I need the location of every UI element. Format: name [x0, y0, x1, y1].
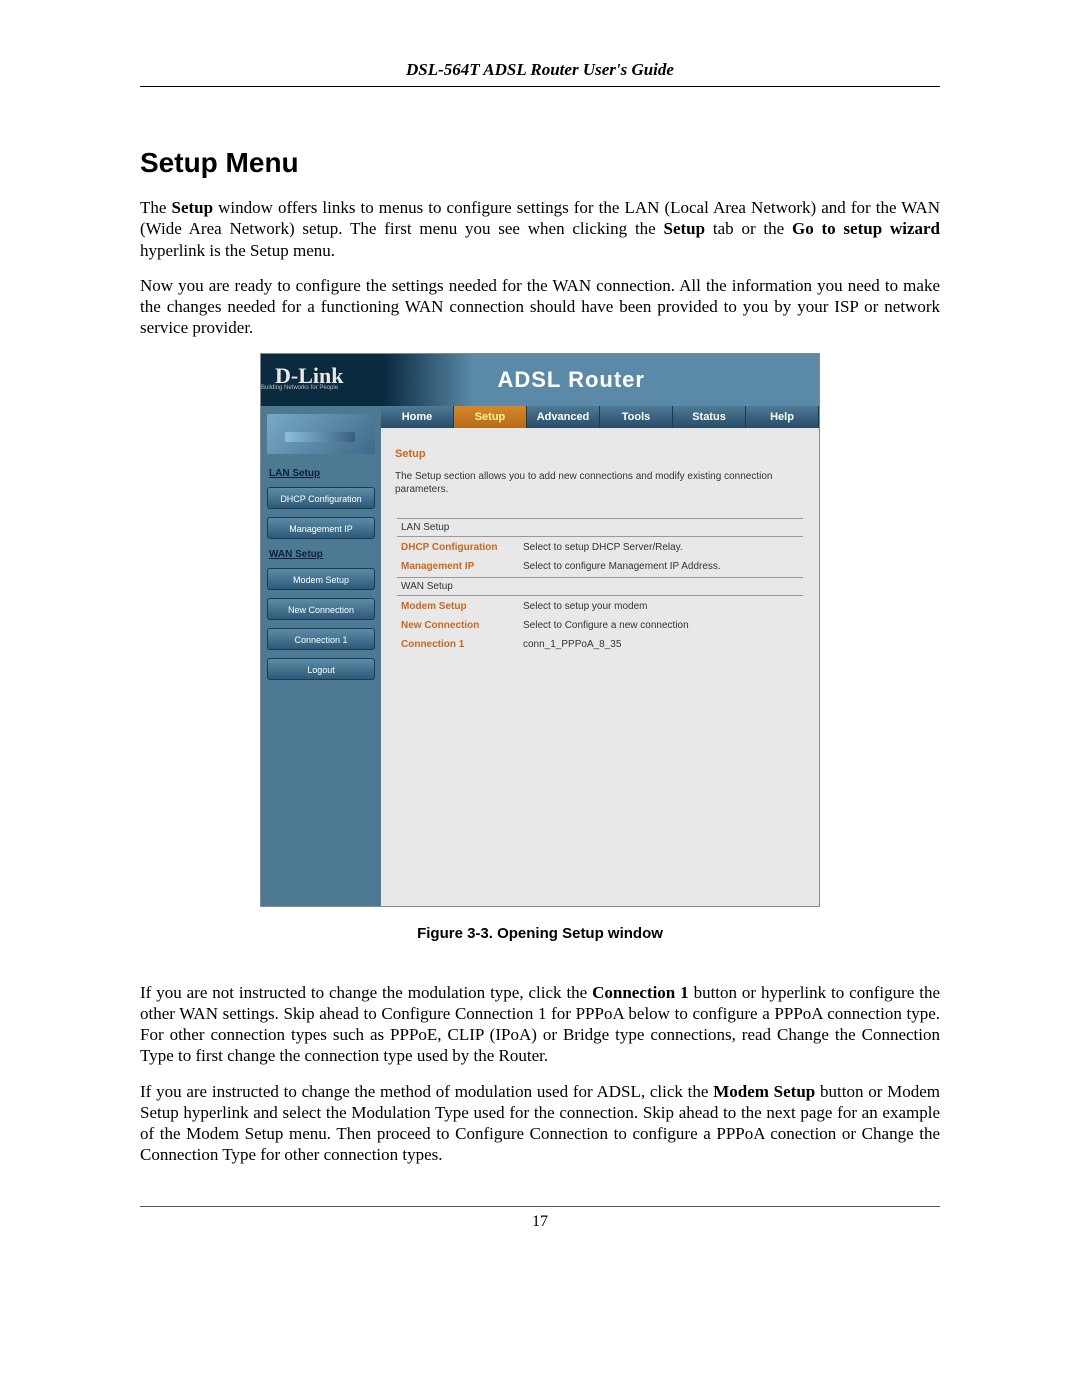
paragraph-3: If you are not instructed to change the … — [140, 982, 940, 1067]
text: If you are not instructed to change the … — [140, 983, 592, 1002]
router-main: Home Setup Advanced Tools Status Help Se… — [381, 406, 819, 906]
text: hyperlink is the Setup menu. — [140, 241, 335, 260]
table-row: DHCP Configuration Select to setup DHCP … — [397, 539, 803, 556]
link-newconn[interactable]: New Connection — [401, 620, 479, 631]
sidebar-btn-logout[interactable]: Logout — [267, 658, 375, 680]
sidebar-btn-conn1[interactable]: Connection 1 — [267, 628, 375, 650]
desc-conn1: conn_1_PPPoA_8_35 — [519, 636, 803, 653]
tab-home[interactable]: Home — [381, 406, 454, 428]
tab-tools[interactable]: Tools — [600, 406, 673, 428]
table-row: Modem Setup Select to setup your modem — [397, 598, 803, 615]
dlink-logo: D-Link Building Networks for People — [261, 368, 343, 391]
text-bold: Connection 1 — [592, 983, 689, 1002]
router-content: Setup The Setup section allows you to ad… — [381, 428, 819, 675]
paragraph-2: Now you are ready to configure the setti… — [140, 275, 940, 339]
table-row: Management IP Select to configure Manage… — [397, 558, 803, 575]
logo-tagline: Building Networks for People — [261, 385, 343, 391]
router-title: ADSL Router — [343, 367, 819, 393]
tab-setup[interactable]: Setup — [454, 406, 527, 428]
tab-advanced[interactable]: Advanced — [527, 406, 600, 428]
link-conn1[interactable]: Connection 1 — [401, 639, 464, 650]
content-table: LAN Setup DHCP Configuration Select to s… — [395, 516, 805, 655]
router-sidebar: LAN Setup DHCP Configuration Management … — [261, 406, 381, 906]
group-label-wan: WAN Setup — [397, 577, 803, 596]
text-bold: Modem Setup — [713, 1082, 815, 1101]
device-image — [267, 414, 375, 454]
text: If you are instructed to change the meth… — [140, 1082, 713, 1101]
sidebar-btn-dhcp[interactable]: DHCP Configuration — [267, 487, 375, 509]
page-footer: 17 — [140, 1206, 940, 1231]
group-label-lan: LAN Setup — [397, 518, 803, 537]
doc-header: DSL-564T ADSL Router User's Guide — [140, 60, 940, 87]
desc-newconn: Select to Configure a new connection — [519, 617, 803, 634]
content-intro: The Setup section allows you to add new … — [395, 470, 805, 496]
content-heading: Setup — [395, 448, 805, 460]
sidebar-btn-mgmt[interactable]: Management IP — [267, 517, 375, 539]
text-bold: Go to setup wizard — [792, 219, 940, 238]
link-modem[interactable]: Modem Setup — [401, 601, 467, 612]
desc-dhcp: Select to setup DHCP Server/Relay. — [519, 539, 803, 556]
group-row-lan: LAN Setup — [397, 518, 803, 537]
figure-caption: Figure 3-3. Opening Setup window — [140, 925, 940, 942]
text: The — [140, 198, 172, 217]
paragraph-1: The Setup window offers links to menus t… — [140, 197, 940, 261]
table-row: New Connection Select to Configure a new… — [397, 617, 803, 634]
text: tab or the — [705, 219, 792, 238]
sidebar-btn-newconn[interactable]: New Connection — [267, 598, 375, 620]
paragraph-4: If you are instructed to change the meth… — [140, 1081, 940, 1166]
desc-modem: Select to setup your modem — [519, 598, 803, 615]
link-mgmt[interactable]: Management IP — [401, 561, 474, 572]
section-title: Setup Menu — [140, 147, 940, 179]
text-bold: Setup — [172, 198, 214, 217]
desc-mgmt: Select to configure Management IP Addres… — [519, 558, 803, 575]
page-number: 17 — [532, 1213, 548, 1230]
router-tabs: Home Setup Advanced Tools Status Help — [381, 406, 819, 428]
tab-status[interactable]: Status — [673, 406, 746, 428]
router-screenshot: D-Link Building Networks for People ADSL… — [260, 353, 820, 907]
group-row-wan: WAN Setup — [397, 577, 803, 596]
text-bold: Setup — [664, 219, 706, 238]
tab-help[interactable]: Help — [746, 406, 819, 428]
sidebar-heading-wan: WAN Setup — [269, 549, 375, 560]
router-header: D-Link Building Networks for People ADSL… — [261, 354, 819, 406]
sidebar-btn-modem[interactable]: Modem Setup — [267, 568, 375, 590]
sidebar-heading-lan: LAN Setup — [269, 468, 375, 479]
link-dhcp[interactable]: DHCP Configuration — [401, 542, 497, 553]
logo-text: D-Link — [261, 368, 343, 383]
table-row: Connection 1 conn_1_PPPoA_8_35 — [397, 636, 803, 653]
